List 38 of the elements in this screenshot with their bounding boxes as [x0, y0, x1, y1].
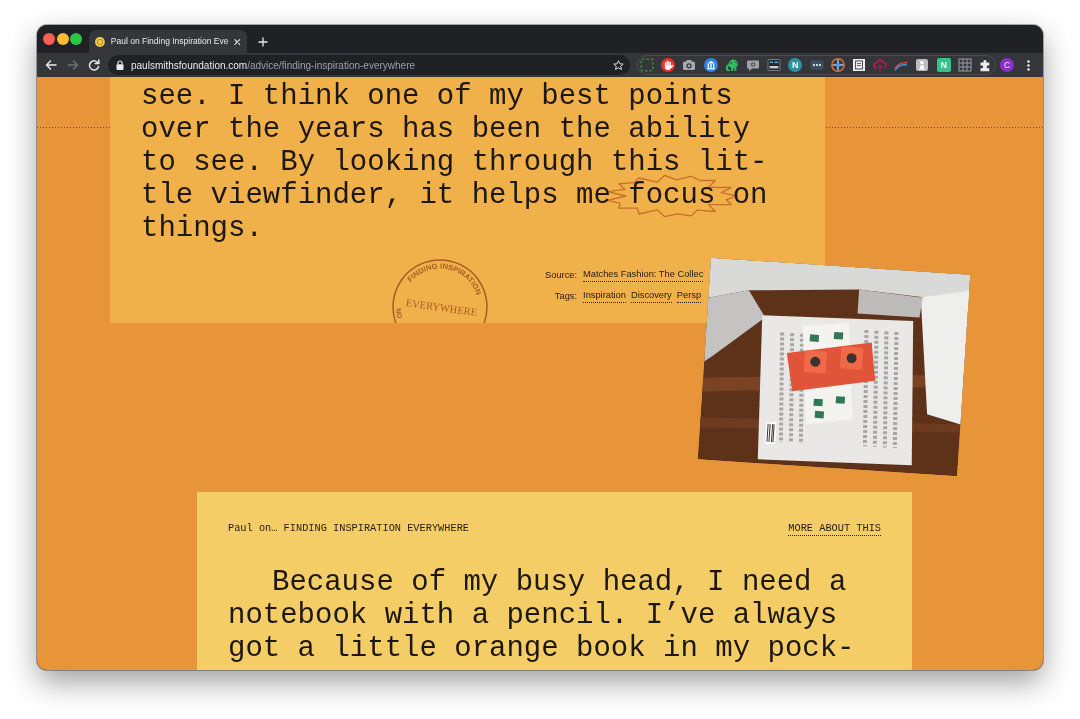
grid-icon[interactable]: [957, 58, 972, 72]
quote-text: Because of my busy head, I need a notebook with a pencil. I’ve always got a little orange book in my pock-: [228, 565, 856, 665]
reload-icon[interactable]: [88, 59, 100, 71]
tag-link[interactable]: Persp: [676, 289, 702, 303]
tags-label: Tags:: [554, 290, 578, 303]
columns-icon[interactable]: [703, 58, 718, 72]
dashed-square-icon[interactable]: [640, 58, 654, 72]
elephant-icon[interactable]: [724, 58, 739, 72]
source-label: Source:: [545, 269, 578, 282]
kicker-text: Paul on… FINDING INSPIRATION EVERYWHERE: [228, 521, 469, 535]
speech-bubble-icon[interactable]: [745, 58, 760, 72]
crosshair-icon[interactable]: [830, 58, 845, 72]
tag-link[interactable]: Inspiration: [583, 289, 626, 303]
hand-icon[interactable]: [661, 58, 676, 72]
close-icon[interactable]: [234, 37, 241, 46]
document-icon[interactable]: [851, 58, 866, 72]
screen-icon[interactable]: [767, 58, 782, 72]
source-link[interactable]: Matches Fashion: The Collec: [583, 268, 704, 282]
address-bar[interactable]: paulsmithsfoundation.com/advice/finding-inspiration-everywhere: [108, 55, 630, 75]
tag-link[interactable]: Discovery: [630, 289, 672, 303]
menu-icon[interactable]: [1027, 59, 1030, 71]
more-about-link[interactable]: MORE ABOUT THIS: [788, 521, 881, 536]
round-logo-icon: [95, 35, 105, 48]
back-icon[interactable]: [45, 59, 57, 71]
person-icon[interactable]: [915, 58, 930, 72]
stamp-text: EVERYWHERE: [405, 297, 478, 318]
close-window-icon[interactable]: [43, 33, 55, 45]
quote-text: see. I think one of my best points over the years has been the ability to see. By looking through this lit- tle viewfinder, it helps me focus on things.: [141, 80, 768, 245]
extension-button[interactable]: N: [788, 58, 803, 72]
star-icon[interactable]: [613, 59, 624, 71]
more-dots-icon[interactable]: [809, 58, 824, 72]
minimize-window-icon[interactable]: [56, 33, 69, 45]
camera-icon[interactable]: [682, 58, 697, 72]
plus-icon[interactable]: [258, 36, 268, 47]
lock-icon: [116, 60, 124, 70]
profile-avatar[interactable]: C: [1000, 58, 1014, 72]
maximize-window-icon[interactable]: [70, 33, 82, 45]
browser-tab[interactable]: Paul on Finding Inspiration Eve: [89, 30, 247, 53]
